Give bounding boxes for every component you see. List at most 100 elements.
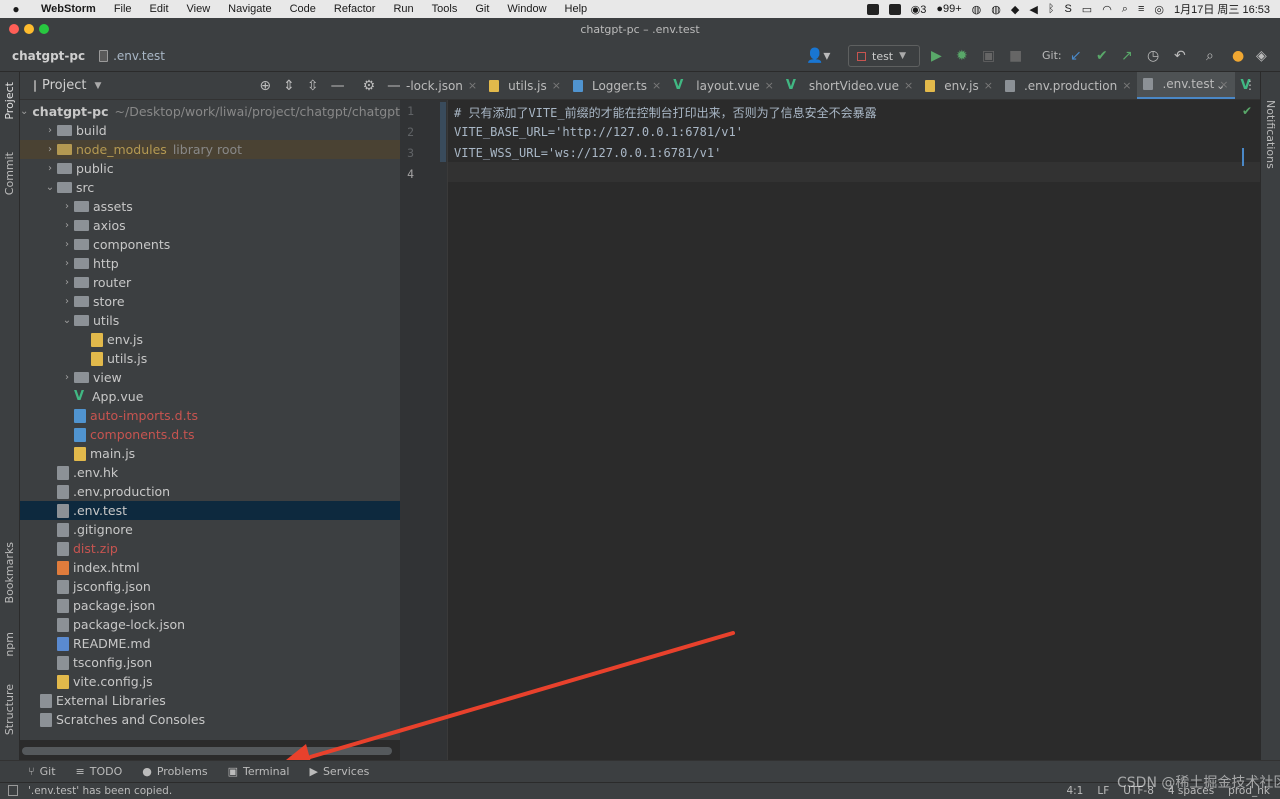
more-options-icon[interactable]: ⋮ bbox=[1244, 78, 1256, 92]
menu-edit[interactable]: Edit bbox=[141, 3, 178, 15]
update-icon[interactable]: ● bbox=[1232, 48, 1244, 64]
chevron-right-icon[interactable]: › bbox=[60, 220, 74, 231]
app-menu[interactable]: WebStorm bbox=[32, 3, 105, 15]
close-tab-icon[interactable]: × bbox=[552, 79, 561, 92]
chevron-right-icon[interactable]: › bbox=[43, 163, 57, 174]
menu-run[interactable]: Run bbox=[384, 3, 422, 15]
code-editor[interactable]: # 只有添加了VITE_前缀的才能在控制台打印出来，否则为了信息安全不会暴露 V… bbox=[448, 100, 1260, 760]
tool-window-terminal[interactable]: ▣ Terminal bbox=[228, 765, 290, 778]
chevron-right-icon[interactable]: › bbox=[43, 144, 57, 155]
tree-item[interactable]: V App.vue bbox=[20, 387, 400, 406]
tree-item[interactable]: package.json bbox=[20, 596, 400, 615]
chevron-down-icon[interactable]: ▼ bbox=[94, 81, 101, 91]
tool-window-problems[interactable]: ● Problems bbox=[142, 765, 207, 778]
tool-window-todo[interactable]: ≡ TODO bbox=[76, 765, 123, 778]
coverage-icon[interactable]: ▣ bbox=[982, 48, 995, 64]
git-commit-icon[interactable]: ✔ bbox=[1096, 48, 1108, 64]
volume-icon[interactable]: ◀ bbox=[1029, 3, 1037, 16]
menu-view[interactable]: View bbox=[178, 3, 220, 15]
editor-tab[interactable]: utils.js × bbox=[483, 72, 567, 99]
tool-window-git[interactable]: ⑂ Git bbox=[28, 765, 56, 778]
tree-item[interactable]: vite.config.js bbox=[20, 672, 400, 691]
stop-icon[interactable]: ■ bbox=[1009, 48, 1022, 64]
tree-item[interactable]: .gitignore bbox=[20, 520, 400, 539]
notification-badge-icon[interactable]: ●99+ bbox=[936, 3, 961, 15]
rollback-icon[interactable]: ↶ bbox=[1174, 48, 1186, 64]
chevron-down-icon[interactable]: ⌄ bbox=[60, 315, 74, 326]
menu-tools[interactable]: Tools bbox=[423, 3, 467, 15]
tree-item[interactable]: › http bbox=[20, 254, 400, 273]
status-app-icon[interactable] bbox=[888, 3, 901, 15]
project-panel-title[interactable]: Project bbox=[42, 78, 86, 93]
close-tab-icon[interactable]: × bbox=[652, 79, 661, 92]
tree-item[interactable]: External Libraries bbox=[20, 691, 400, 710]
battery-icon[interactable]: ▭ bbox=[1082, 3, 1092, 16]
chevron-right-icon[interactable]: › bbox=[60, 372, 74, 383]
menu-help[interactable]: Help bbox=[556, 3, 597, 15]
tree-item[interactable]: .env.production bbox=[20, 482, 400, 501]
close-tab-icon[interactable]: × bbox=[1122, 79, 1131, 92]
menu-refactor[interactable]: Refactor bbox=[325, 3, 385, 15]
chevron-right-icon[interactable]: › bbox=[60, 201, 74, 212]
clock[interactable]: 1月17日 周三 16:53 bbox=[1174, 1, 1270, 17]
side-tab-notifications[interactable]: Notifications bbox=[1264, 100, 1277, 169]
debug-icon[interactable]: ✹ bbox=[956, 48, 968, 64]
tree-item[interactable]: utils.js bbox=[20, 349, 400, 368]
tree-item[interactable]: .env.hk bbox=[20, 463, 400, 482]
tree-item[interactable]: jsconfig.json bbox=[20, 577, 400, 596]
editor-tab[interactable]: Vlayout.vue × bbox=[667, 72, 780, 99]
editor-tab[interactable]: .env.production × bbox=[999, 72, 1137, 99]
run-icon[interactable]: ▶ bbox=[931, 48, 942, 64]
menu-navigate[interactable]: Navigate bbox=[219, 3, 280, 15]
tree-item[interactable]: tsconfig.json bbox=[20, 653, 400, 672]
tree-item[interactable]: › store bbox=[20, 292, 400, 311]
tree-item[interactable]: README.md bbox=[20, 634, 400, 653]
control-center-icon[interactable]: ≡ bbox=[1138, 3, 1144, 15]
wechat-icon[interactable]: ◍ bbox=[972, 3, 982, 16]
tree-item[interactable]: package-lock.json bbox=[20, 615, 400, 634]
bell-icon[interactable]: ◆ bbox=[1011, 3, 1019, 16]
side-tab-npm[interactable]: npm bbox=[3, 632, 16, 657]
line-separator[interactable]: LF bbox=[1097, 785, 1109, 797]
tree-item[interactable]: ⌄ chatgpt-pc ~/Desktop/work/liwai/project/… bbox=[20, 102, 400, 121]
close-tab-icon[interactable]: × bbox=[468, 79, 477, 92]
side-tab-commit[interactable]: Commit bbox=[3, 152, 16, 195]
chevron-right-icon[interactable]: › bbox=[43, 125, 57, 136]
close-tab-icon[interactable]: × bbox=[765, 79, 774, 92]
tree-item[interactable]: components.d.ts bbox=[20, 425, 400, 444]
zoom-window-icon[interactable] bbox=[39, 24, 49, 34]
gear-icon[interactable]: ⚙ bbox=[363, 78, 376, 94]
tree-item[interactable]: auto-imports.d.ts bbox=[20, 406, 400, 425]
run-configuration-select[interactable]: test ▼ bbox=[848, 45, 920, 67]
tree-item[interactable]: index.html bbox=[20, 558, 400, 577]
tree-item[interactable]: › components bbox=[20, 235, 400, 254]
bluetooth-icon[interactable]: ᛒ bbox=[1048, 3, 1055, 15]
tree-item[interactable]: › view bbox=[20, 368, 400, 387]
apple-icon[interactable]: ● bbox=[0, 2, 32, 16]
horizontal-scrollbar[interactable] bbox=[22, 747, 392, 755]
wifi-icon[interactable]: ◠ bbox=[1102, 3, 1112, 16]
wechat-icon[interactable]: ◍ bbox=[991, 3, 1001, 16]
menu-window[interactable]: Window bbox=[498, 3, 555, 15]
close-tab-icon[interactable]: × bbox=[904, 79, 913, 92]
tree-item[interactable]: › assets bbox=[20, 197, 400, 216]
editor-tab[interactable]: VshortVideo.vue × bbox=[780, 72, 919, 99]
tree-item[interactable]: ⌄ src bbox=[20, 178, 400, 197]
tree-item[interactable]: › axios bbox=[20, 216, 400, 235]
side-tab-bookmarks[interactable]: Bookmarks bbox=[3, 542, 16, 603]
editor-tab[interactable]: -lock.json × bbox=[400, 72, 483, 99]
git-push-icon[interactable]: ↗ bbox=[1121, 48, 1133, 64]
search-icon[interactable]: ⌕ bbox=[1122, 3, 1128, 16]
tree-item[interactable]: ⌄ utils bbox=[20, 311, 400, 330]
collapse-all-icon[interactable]: ⇳ bbox=[307, 78, 319, 94]
caret-position[interactable]: 4:1 bbox=[1066, 785, 1083, 797]
editor-tab[interactable]: Logger.ts × bbox=[567, 72, 667, 99]
panel-toggle-icon[interactable] bbox=[8, 785, 18, 796]
chevron-down-icon[interactable]: ⌄ bbox=[20, 106, 28, 117]
search-icon[interactable]: ⌕ bbox=[1206, 48, 1214, 64]
tree-item[interactable]: › build bbox=[20, 121, 400, 140]
minimize-window-icon[interactable] bbox=[24, 24, 34, 34]
tree-item[interactable]: › node_modules library root bbox=[20, 140, 400, 159]
breadcrumb-file[interactable]: .env.test bbox=[99, 49, 165, 63]
minus-icon[interactable]: — bbox=[331, 78, 345, 94]
